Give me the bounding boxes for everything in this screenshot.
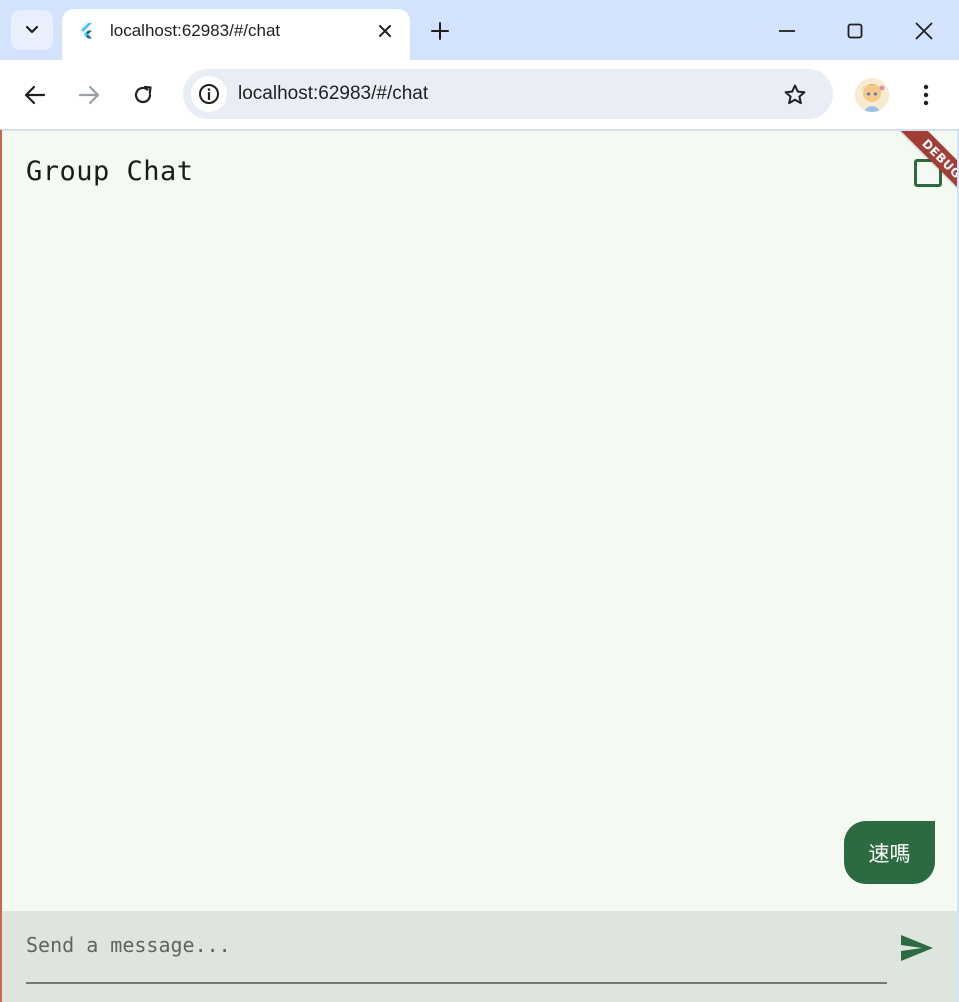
arrow-right-icon: [78, 85, 100, 105]
address-bar[interactable]: localhost:62983/#/chat: [183, 69, 833, 119]
info-icon: [199, 84, 219, 104]
back-button[interactable]: [17, 77, 53, 113]
reload-icon: [134, 85, 152, 104]
minimize-button[interactable]: [770, 14, 804, 48]
maximize-button[interactable]: [838, 14, 872, 48]
close-window-button[interactable]: [907, 14, 941, 48]
input-underline: [26, 982, 887, 984]
star-icon: [784, 84, 806, 105]
browser-menu-button[interactable]: [910, 77, 942, 113]
send-button[interactable]: [897, 928, 937, 968]
chevron-down-icon: [25, 25, 39, 34]
url-text[interactable]: localhost:62983/#/chat: [238, 83, 428, 105]
tab-close-button[interactable]: [375, 21, 395, 41]
page-title: Group Chat: [26, 156, 194, 187]
chat-screen: Group Chat DEBUG 速嗎: [2, 131, 957, 1002]
site-info-button[interactable]: [191, 76, 227, 112]
close-icon: [379, 25, 391, 37]
arrow-left-icon: [24, 85, 46, 105]
active-tab[interactable]: localhost:62983/#/chat: [62, 9, 410, 60]
tab-search-button[interactable]: [11, 10, 53, 50]
message-bubble: 速嗎: [844, 821, 935, 884]
minimize-icon: [779, 30, 795, 32]
reload-button[interactable]: [125, 77, 161, 113]
flutter-icon: [81, 23, 92, 39]
bookmark-button[interactable]: [781, 81, 809, 109]
profile-avatar[interactable]: [855, 78, 889, 112]
avatar-icon: [855, 78, 889, 112]
message-input[interactable]: [26, 925, 887, 965]
tab-strip: localhost:62983/#/chat: [0, 0, 959, 60]
browser-toolbar: localhost:62983/#/chat: [0, 60, 959, 130]
send-icon: [901, 935, 933, 961]
forward-button[interactable]: [71, 77, 107, 113]
tab-title: localhost:62983/#/chat: [110, 21, 281, 40]
close-icon: [915, 22, 933, 40]
new-tab-button[interactable]: [426, 17, 454, 45]
more-vert-icon: [923, 84, 929, 106]
plus-icon: [431, 22, 449, 40]
message-composer: [2, 911, 957, 1002]
maximize-icon: [847, 23, 863, 39]
